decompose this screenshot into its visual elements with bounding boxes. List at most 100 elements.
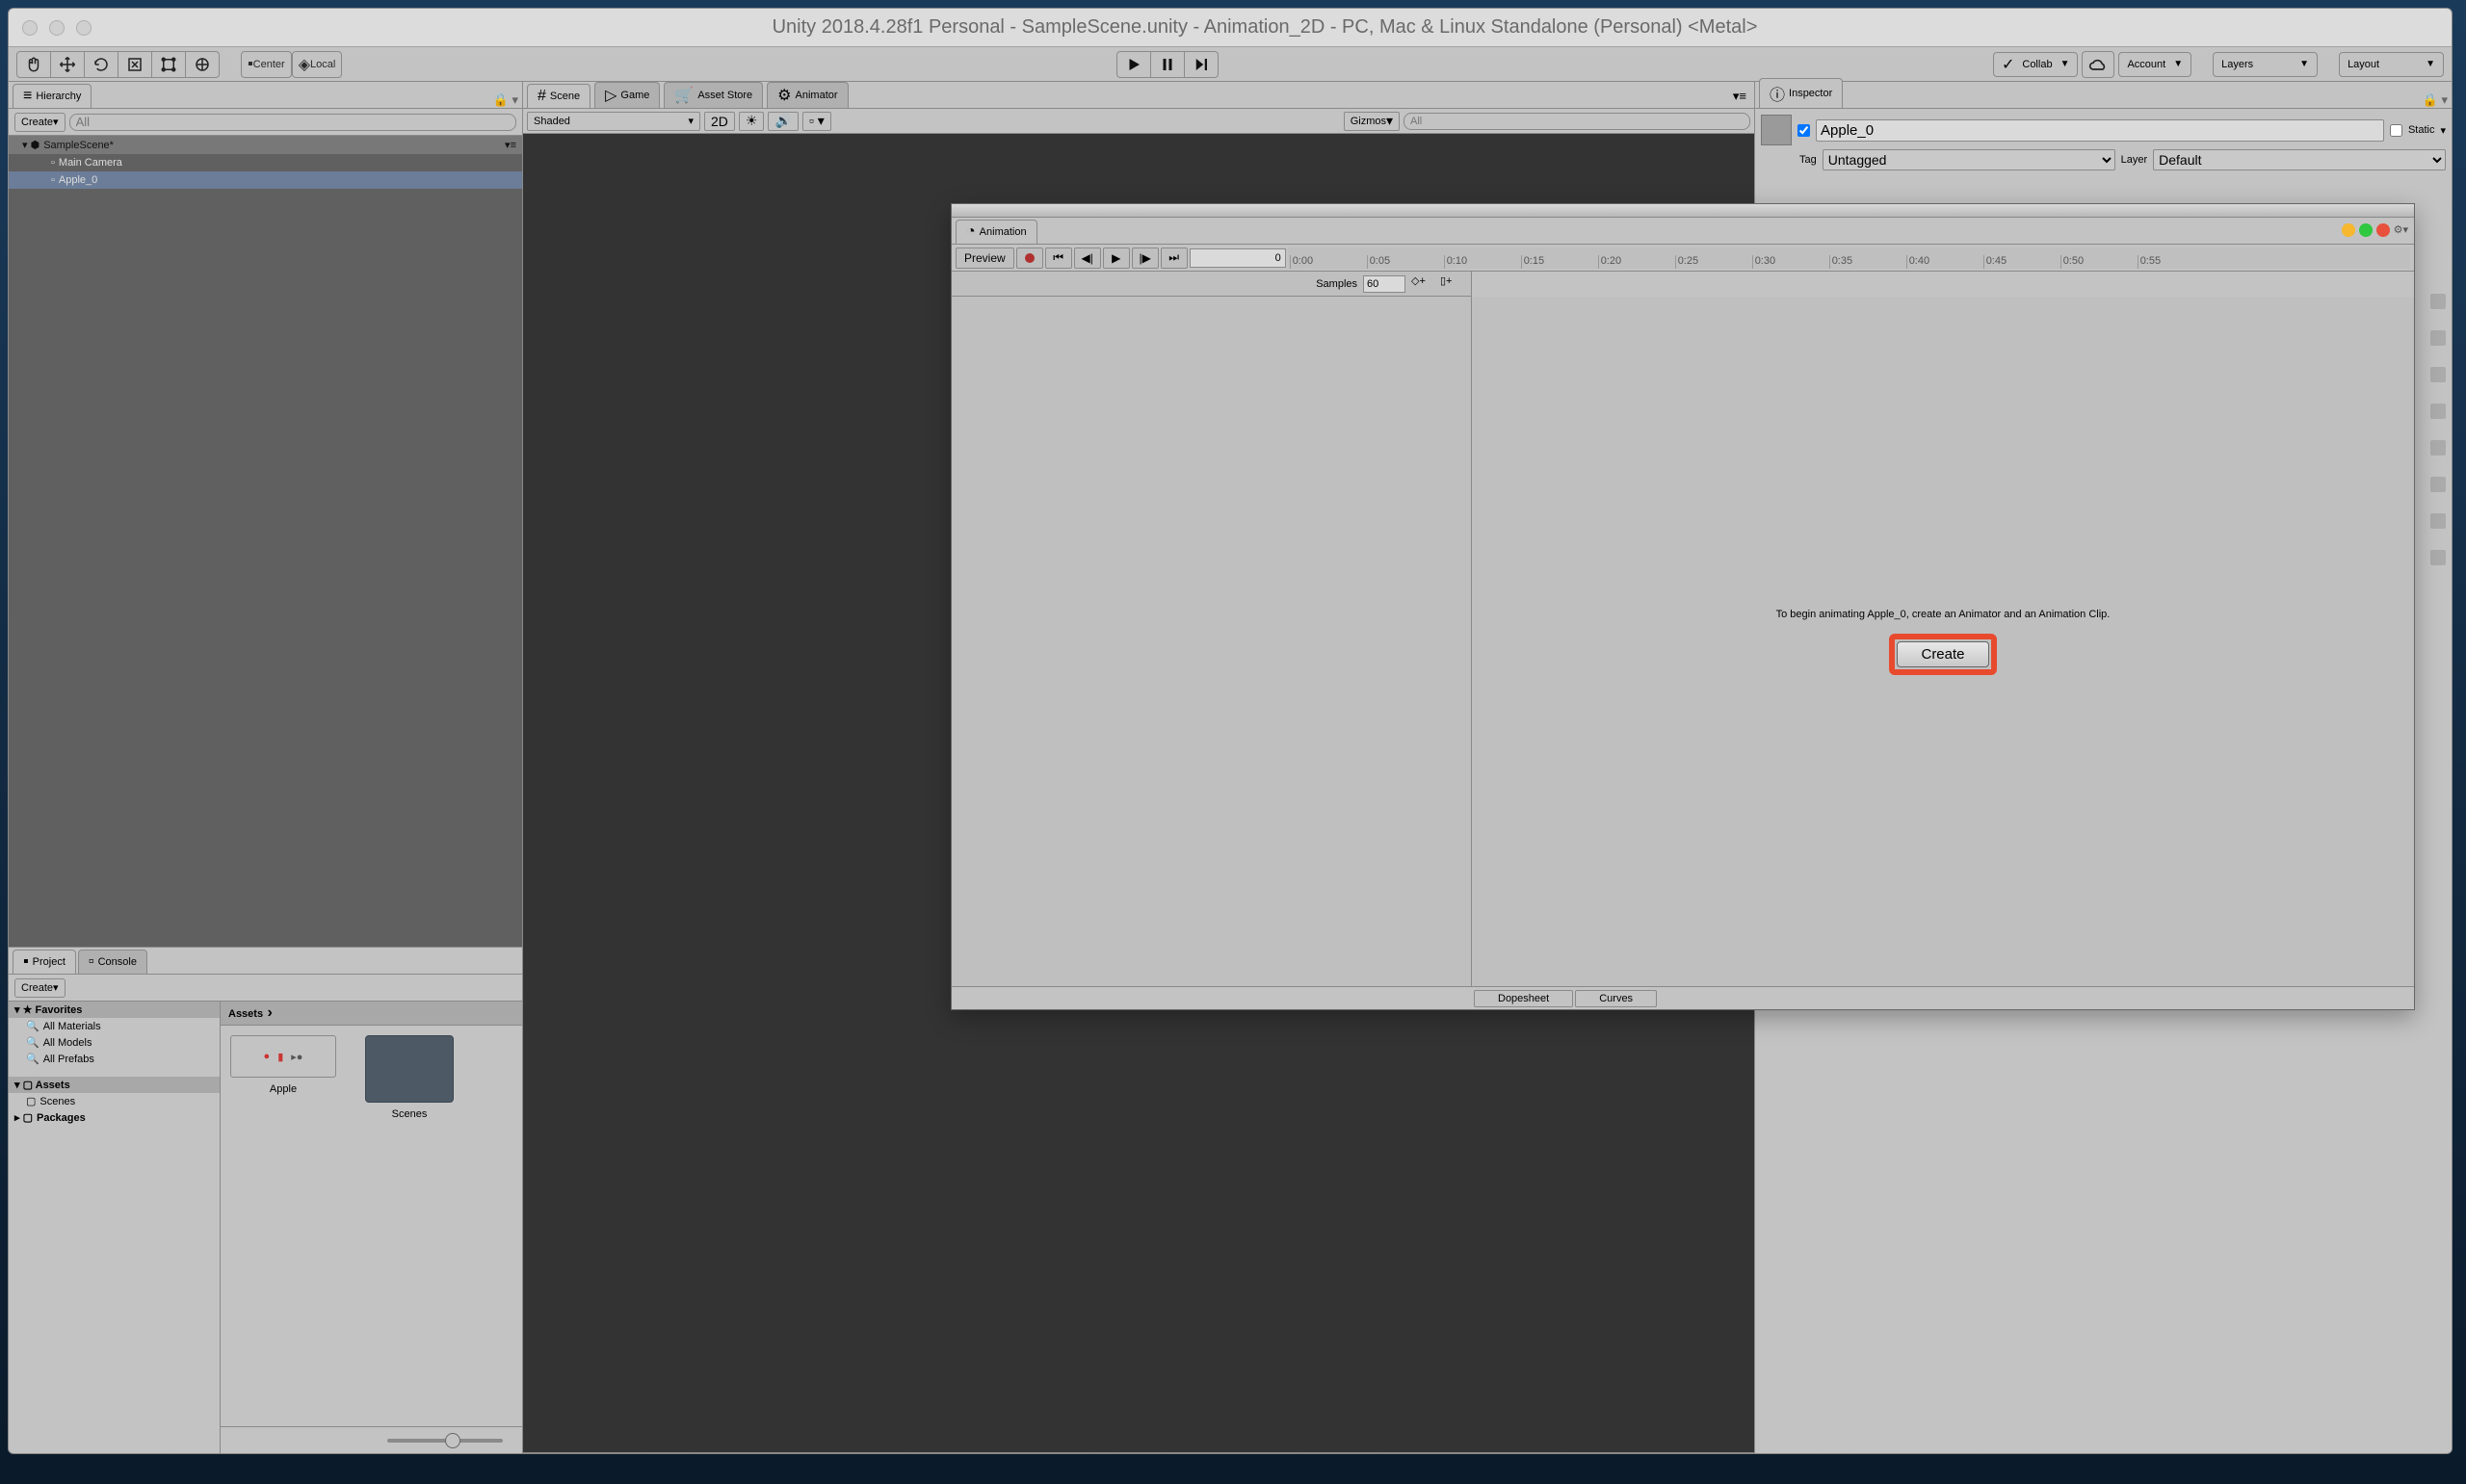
main-toolbar: ▪ Center ◈ Local ✓ Collab ▼ Account ▼ La… — [9, 47, 2452, 82]
samples-field[interactable] — [1363, 275, 1405, 293]
static-dropdown-arrow[interactable]: ▾ — [2440, 124, 2446, 137]
create-button[interactable]: Create — [1897, 641, 1988, 667]
project-create-dropdown[interactable]: Create ▾ — [14, 978, 66, 998]
hand-tool[interactable] — [16, 51, 51, 78]
anim-last-frame[interactable]: ⏭ — [1161, 247, 1188, 269]
layer-dropdown[interactable]: Default — [2153, 149, 2446, 170]
animation-window-titlebar[interactable] — [952, 204, 2414, 218]
layout-dropdown[interactable]: Layout ▼ — [2339, 52, 2444, 77]
project-breadcrumb[interactable]: Assets › — [221, 1002, 522, 1026]
favorites-header[interactable]: ▾ ★ Favorites — [9, 1002, 220, 1018]
shading-mode-dropdown[interactable]: Shaded▾ — [527, 112, 700, 131]
scene-lighting-toggle[interactable]: ☀ — [739, 112, 765, 131]
anim-next-keyframe[interactable]: |▶ — [1132, 247, 1159, 269]
fav-all-prefabs[interactable]: 🔍 All Prefabs — [9, 1051, 220, 1067]
rotate-tool[interactable] — [84, 51, 118, 78]
project-tab[interactable]: ▪ Project — [13, 950, 76, 974]
hierarchy-tab[interactable]: ≡ Hierarchy — [13, 84, 92, 108]
layers-dropdown[interactable]: Layers ▼ — [2213, 52, 2318, 77]
scene-search[interactable] — [1404, 113, 1750, 130]
scene-menu-icon[interactable]: ▾≡ — [505, 139, 516, 151]
anim-play[interactable]: ▶ — [1103, 247, 1130, 269]
dopesheet-tab[interactable]: Dopesheet — [1474, 990, 1573, 1007]
tab-menu-icon[interactable]: ▾≡ — [1729, 85, 1750, 108]
scene-fx-dropdown[interactable]: ▫ ▾ — [802, 112, 831, 131]
hierarchy-search[interactable] — [69, 114, 516, 131]
gizmos-dropdown[interactable]: Gizmos ▾ — [1344, 112, 1400, 131]
window-gear-icon[interactable]: ⚙▾ — [2394, 223, 2408, 237]
hierarchy-create-dropdown[interactable]: Create ▾ — [14, 113, 66, 132]
minimize-icon[interactable] — [49, 20, 65, 36]
lock-icon[interactable]: 🔒 ▾ — [493, 92, 518, 108]
scale-tool[interactable] — [118, 51, 152, 78]
collab-dropdown[interactable]: ✓ Collab ▼ — [1993, 52, 2079, 77]
anim-preview-toggle[interactable]: Preview — [956, 247, 1014, 269]
animation-property-list[interactable] — [952, 297, 1472, 986]
animation-window: ◔ Animation ⚙▾ Preview ⏮ ◀| ▶ |▶ ⏭ — [951, 203, 2415, 1010]
anim-record-button[interactable] — [1016, 247, 1043, 269]
anim-frame-field[interactable] — [1190, 248, 1286, 268]
anim-first-frame[interactable]: ⏮ — [1045, 247, 1072, 269]
asset-label: Scenes — [392, 1108, 428, 1120]
gameobject-active-checkbox[interactable] — [1797, 124, 1810, 137]
asset-label: Apple — [270, 1083, 297, 1095]
project-footer — [221, 1426, 522, 1453]
account-dropdown[interactable]: Account ▼ — [2118, 52, 2191, 77]
animation-timeline-area: To begin animating Apple_0, create an An… — [1472, 297, 2414, 986]
scene-tab[interactable]: # Scene — [527, 84, 590, 108]
animation-tab[interactable]: ◔ Animation — [956, 220, 1037, 244]
tag-dropdown[interactable]: Untagged — [1823, 149, 2115, 170]
hierarchy-item-main-camera[interactable]: ▫ Main Camera — [9, 154, 522, 171]
scene-audio-toggle[interactable]: 🔊 — [768, 112, 798, 131]
gameobject-name-field[interactable] — [1816, 119, 2384, 142]
asset-size-slider[interactable] — [387, 1439, 503, 1443]
asset-store-tab[interactable]: 🛒 Asset Store — [664, 82, 763, 108]
project-panel: ▪ Project ▫ Console Create ▾ ▾ ★ Favorit… — [9, 947, 522, 1453]
window-max-icon[interactable] — [2359, 223, 2373, 237]
traffic-lights — [22, 20, 92, 36]
anim-prev-keyframe[interactable]: ◀| — [1074, 247, 1101, 269]
inspector-tab[interactable]: ⓘ Inspector — [1759, 78, 1843, 108]
asset-apple[interactable]: ●▮▸● Apple — [230, 1035, 336, 1095]
window-min-icon[interactable] — [2342, 223, 2355, 237]
pause-button[interactable] — [1150, 51, 1185, 78]
cloud-button[interactable] — [2082, 51, 2114, 78]
pivot-center-toggle[interactable]: ▪ Center — [241, 51, 292, 78]
assets-header[interactable]: ▾ ▢ Assets — [9, 1077, 220, 1093]
anim-ruler-top[interactable]: 0:00 0:05 0:10 0:15 0:20 0:25 0:30 0:35 … — [1288, 247, 2410, 269]
zoom-icon[interactable] — [76, 20, 92, 36]
inspector-components-obscured — [2425, 294, 2452, 565]
gameobject-icon[interactable] — [1761, 115, 1792, 145]
add-keyframe-button[interactable]: ◇+ — [1411, 274, 1434, 294]
step-button[interactable] — [1184, 51, 1219, 78]
rect-tool[interactable] — [151, 51, 186, 78]
curves-tab[interactable]: Curves — [1575, 990, 1657, 1007]
game-tab[interactable]: ▷ Game — [594, 82, 660, 108]
transform-tool[interactable] — [185, 51, 220, 78]
highlight-annotation: Create — [1889, 634, 1996, 675]
static-checkbox[interactable] — [2390, 124, 2402, 137]
pivot-local-toggle[interactable]: ◈ Local — [292, 51, 343, 78]
titlebar: Unity 2018.4.28f1 Personal - SampleScene… — [9, 9, 2452, 47]
unity-window: Unity 2018.4.28f1 Personal - SampleScene… — [8, 8, 2453, 1454]
console-tab[interactable]: ▫ Console — [78, 950, 147, 974]
fav-all-materials[interactable]: 🔍 All Materials — [9, 1018, 220, 1034]
hierarchy-item-apple-0[interactable]: ▫ Apple_0 — [9, 171, 522, 189]
move-tool[interactable] — [50, 51, 85, 78]
scene-root[interactable]: ▾ ⬢ SampleScene*▾≡ — [9, 136, 522, 154]
fav-all-models[interactable]: 🔍 All Models — [9, 1034, 220, 1051]
scene-2d-toggle[interactable]: 2D — [704, 112, 735, 131]
assets-scenes-folder[interactable]: ▢ Scenes — [9, 1093, 220, 1109]
animation-toolbar: Preview ⏮ ◀| ▶ |▶ ⏭ 0:00 0:05 0:10 0:15 … — [952, 245, 2414, 272]
lock-icon[interactable]: 🔒 ▾ — [2423, 92, 2448, 108]
close-icon[interactable] — [22, 20, 38, 36]
packages-header[interactable]: ▸ ▢ Packages — [9, 1109, 220, 1126]
asset-scenes[interactable]: Scenes — [365, 1035, 454, 1120]
add-event-button[interactable]: ▯+ — [1440, 274, 1463, 294]
window-close-icon[interactable] — [2376, 223, 2390, 237]
animator-tab[interactable]: ⚙ Animator — [767, 82, 848, 108]
play-button[interactable] — [1116, 51, 1151, 78]
project-tree: ▾ ★ Favorites 🔍 All Materials 🔍 All Mode… — [9, 1002, 221, 1453]
layer-label: Layer — [2121, 154, 2148, 166]
scene-toolbar: Shaded▾ 2D ☀ 🔊 ▫ ▾ Gizmos ▾ — [523, 109, 1754, 134]
